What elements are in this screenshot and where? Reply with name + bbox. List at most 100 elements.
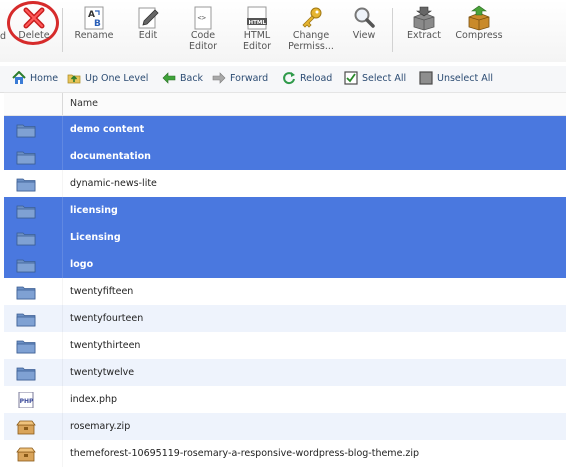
html-editor-label: HTML Editor: [242, 30, 272, 52]
reload-label: Reload: [300, 73, 333, 84]
cell-divider: [62, 440, 63, 467]
svg-text:HTML: HTML: [249, 20, 267, 26]
file-name[interactable]: themeforest-10695119-rosemary-a-responsi…: [70, 440, 419, 467]
forward-arrow-icon: [212, 71, 226, 84]
cell-divider: [62, 386, 63, 413]
table-row[interactable]: rosemary.zip: [4, 413, 566, 440]
delete-x-icon: [23, 7, 45, 29]
html-editor-button[interactable]: HTML HTML Editor: [234, 0, 280, 60]
cell-divider: [62, 305, 63, 332]
folder-icon: [16, 203, 36, 219]
view-label: View: [352, 30, 376, 41]
table-row[interactable]: PHP index.php: [4, 386, 566, 413]
toolbar-divider: [392, 8, 393, 52]
table-header: Name: [4, 92, 566, 116]
home-link[interactable]: Home: [12, 66, 58, 92]
select-all-label: Select All: [362, 73, 407, 84]
folder-icon: [16, 257, 36, 273]
change-permissions-button[interactable]: Change Permiss...: [286, 0, 336, 60]
folder-icon: [16, 365, 36, 381]
file-name[interactable]: logo: [70, 251, 93, 278]
select-all-link[interactable]: Select All: [344, 66, 406, 92]
folder-icon: [16, 149, 36, 165]
html-editor-icon: HTML: [247, 6, 267, 30]
cell-divider: [62, 413, 63, 440]
up-folder-icon: [67, 74, 81, 83]
table-row[interactable]: themeforest-10695119-rosemary-a-responsi…: [4, 440, 566, 467]
rename-ab-icon: A B: [84, 6, 104, 30]
table-row[interactable]: Licensing: [4, 224, 566, 251]
folder-icon: [16, 122, 36, 138]
compress-button[interactable]: Compress: [452, 0, 506, 60]
table-row[interactable]: demo content: [4, 116, 566, 143]
table-row[interactable]: logo: [4, 251, 566, 278]
cell-divider: [62, 143, 63, 170]
code-editor-icon: <>: [194, 6, 212, 30]
cell-divider: [62, 251, 63, 278]
code-editor-button[interactable]: <> Code Editor: [180, 0, 226, 60]
checkbox-empty-icon: [419, 70, 433, 85]
unselect-all-label: Unselect All: [437, 73, 493, 84]
delete-button[interactable]: Delete: [12, 0, 56, 60]
file-name[interactable]: documentation: [70, 143, 151, 170]
svg-text:B: B: [94, 19, 101, 29]
toolbar-divider: [62, 8, 63, 52]
extract-label: Extract: [406, 30, 442, 41]
file-name[interactable]: twentytwelve: [70, 359, 134, 386]
file-name[interactable]: dynamic-news-lite: [70, 170, 157, 197]
file-table: Name demo content documentation dynamic-ne…: [4, 92, 566, 467]
edit-button[interactable]: Edit: [126, 0, 170, 60]
folder-icon: [16, 230, 36, 246]
table-row[interactable]: twentyfifteen: [4, 278, 566, 305]
cell-divider: [62, 116, 63, 143]
forward-link[interactable]: Forward: [212, 66, 268, 92]
table-row[interactable]: twentythirteen: [4, 332, 566, 359]
table-row[interactable]: documentation: [4, 143, 566, 170]
up-one-level-label: Up One Level: [85, 73, 149, 84]
file-name[interactable]: licensing: [70, 197, 118, 224]
edit-label: Edit: [138, 30, 158, 41]
home-label: Home: [30, 73, 59, 84]
cell-divider: [62, 359, 63, 386]
folder-icon: [16, 284, 36, 300]
table-row[interactable]: twentyfourteen: [4, 305, 566, 332]
extract-button[interactable]: Extract: [402, 0, 446, 60]
file-name[interactable]: demo content: [70, 116, 144, 143]
column-divider: [62, 93, 63, 115]
magnifier-icon: [354, 7, 375, 28]
reload-icon: [283, 71, 295, 84]
clipped-toolbar-label: d: [0, 31, 7, 42]
reload-link[interactable]: Reload: [282, 66, 332, 92]
key-icon: [302, 7, 322, 28]
svg-text:PHP: PHP: [20, 398, 34, 405]
zip-archive-icon: [16, 446, 36, 462]
folder-icon: [16, 311, 36, 327]
cell-divider: [62, 170, 63, 197]
file-name[interactable]: Licensing: [70, 224, 121, 251]
compress-label: Compress: [455, 30, 503, 41]
table-row[interactable]: licensing: [4, 197, 566, 224]
back-link[interactable]: Back: [162, 66, 203, 92]
delete-label: Delete: [18, 30, 50, 41]
unselect-all-link[interactable]: Unselect All: [419, 66, 493, 92]
file-name[interactable]: twentythirteen: [70, 332, 140, 359]
file-name[interactable]: twentyfifteen: [70, 278, 133, 305]
file-list: demo content documentation dynamic-news-li…: [4, 116, 566, 467]
rename-button[interactable]: A B Rename: [70, 0, 118, 60]
view-button[interactable]: View: [344, 0, 384, 60]
cell-divider: [62, 197, 63, 224]
file-name[interactable]: rosemary.zip: [70, 413, 130, 440]
up-one-level-link[interactable]: Up One Level: [67, 66, 148, 92]
file-name[interactable]: index.php: [70, 386, 117, 413]
back-arrow-icon: [162, 71, 176, 84]
folder-icon: [16, 338, 36, 354]
table-row[interactable]: dynamic-news-lite: [4, 170, 566, 197]
name-column-header[interactable]: Name: [70, 93, 98, 115]
extract-box-icon: [413, 6, 435, 31]
compress-box-icon: [468, 5, 490, 31]
back-label: Back: [180, 73, 204, 84]
file-name[interactable]: twentyfourteen: [70, 305, 143, 332]
cell-divider: [62, 278, 63, 305]
table-row[interactable]: twentytwelve: [4, 359, 566, 386]
forward-label: Forward: [230, 73, 269, 84]
